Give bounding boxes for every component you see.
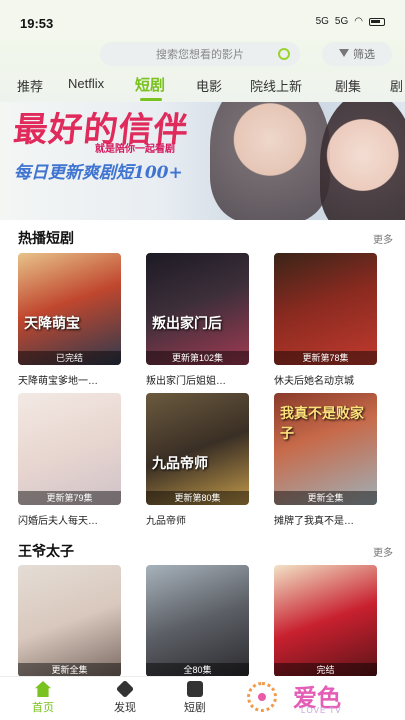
status-icons: 5G 5G ◠: [316, 16, 385, 27]
promo-banner[interactable]: 最好的信伴 就是陪你一起看剧 每日更新爽剧短100+: [0, 102, 405, 220]
more-link[interactable]: 更多: [373, 544, 393, 559]
nav-home[interactable]: 首页: [18, 681, 68, 715]
poster-text: 我真不是败家子: [280, 406, 364, 442]
drama-poster: 叛出家门后 更新第102集: [146, 253, 249, 365]
drama-card[interactable]: 更新第79集 闪婚后夫人每天…: [18, 393, 121, 527]
category-tabs: 推荐 Netflix 短剧 电影 院线上新 剧集 剧: [0, 76, 405, 102]
status-badge: 更新全集: [18, 663, 121, 677]
status-badge: 更新第79集: [18, 491, 121, 505]
drama-card[interactable]: 完结: [274, 565, 377, 677]
nav-discover-label: 发现: [114, 702, 136, 714]
nav-short-drama-label: 短剧: [184, 702, 206, 714]
drama-card[interactable]: 全80集: [146, 565, 249, 677]
watermark-logo: 爱色 LOVE TV: [205, 676, 405, 720]
drama-card[interactable]: 更新第78集 休夫后她名动京城: [274, 253, 377, 387]
status-badge: 更新第80集: [146, 491, 249, 505]
status-time: 19:53: [20, 16, 54, 31]
banner-subtitle: 就是陪你一起看剧: [95, 144, 175, 155]
drama-title: 休夫后她名动京城: [274, 376, 354, 387]
drama-title: 摊牌了我真不是…: [274, 516, 354, 527]
tab-short-drama[interactable]: 短剧: [135, 74, 165, 95]
tab-movies[interactable]: 电影: [196, 76, 222, 95]
tab-series[interactable]: 剧集: [335, 76, 361, 95]
drama-card[interactable]: 我真不是败家子 更新全集 摊牌了我真不是…: [274, 393, 377, 527]
status-badge: 已完结: [18, 351, 121, 365]
status-badge: 全80集: [146, 663, 249, 677]
more-link[interactable]: 更多: [373, 231, 393, 246]
tab-recommend[interactable]: 推荐: [17, 76, 43, 95]
nav-discover[interactable]: 发现: [100, 679, 150, 715]
section-title: 王爷太子: [18, 543, 74, 559]
battery-icon: [369, 17, 385, 26]
drama-poster: 我真不是败家子 更新全集: [274, 393, 377, 505]
drama-poster: 更新第79集: [18, 393, 121, 505]
search-row: 搜索您想看的影片 筛选: [0, 40, 405, 70]
signal-icon: 5G: [315, 16, 329, 27]
poster-text: 叛出家门后: [152, 316, 222, 332]
search-placeholder: 搜索您想看的影片: [156, 49, 244, 61]
drama-title: 叛出家门后姐姐…: [146, 376, 226, 387]
banner-actress-image: [320, 102, 405, 220]
status-badge: 更新第78集: [274, 351, 377, 365]
banner-actor-image: [210, 102, 330, 220]
status-bar: 19:53 5G 5G ◠: [0, 0, 405, 40]
poster-text: 天降萌宝: [24, 316, 80, 332]
home-icon: [35, 681, 51, 697]
drama-card[interactable]: 九品帝师 更新第80集 九品帝师: [146, 393, 249, 527]
drama-card[interactable]: 叛出家门后 更新第102集 叛出家门后姐姐…: [146, 253, 249, 387]
section-header: 热播短剧 更多: [18, 228, 393, 246]
drama-poster: 更新全集: [18, 565, 121, 677]
active-tab-indicator: [140, 98, 162, 101]
flower-logo-icon: [247, 682, 277, 712]
drama-title: 九品帝师: [146, 516, 186, 527]
filter-label: 筛选: [353, 49, 375, 61]
drama-poster: 天降萌宝 已完结: [18, 253, 121, 365]
section-title: 热播短剧: [18, 230, 74, 246]
short-drama-icon: [187, 681, 203, 697]
filter-icon: [339, 49, 349, 59]
status-badge: 更新全集: [274, 491, 377, 505]
banner-slogan: 每日更新爽剧短100+: [14, 163, 183, 183]
poster-text: 九品帝师: [152, 456, 208, 472]
wifi-icon: ◠: [354, 16, 363, 27]
filter-button[interactable]: 筛选: [322, 42, 392, 66]
drama-poster: 九品帝师 更新第80集: [146, 393, 249, 505]
watermark-subtext: LOVE TV: [301, 706, 342, 715]
drama-title: 闪婚后夫人每天…: [18, 516, 98, 527]
drama-card[interactable]: 天降萌宝 已完结 天降萌宝爹地一…: [18, 253, 121, 387]
drama-poster: 完结: [274, 565, 377, 677]
section-header: 王爷太子 更多: [18, 541, 393, 559]
drama-title: 天降萌宝爹地一…: [18, 376, 98, 387]
drama-poster: 全80集: [146, 565, 249, 677]
tab-more-cut[interactable]: 剧: [390, 76, 403, 95]
drama-card[interactable]: 更新全集: [18, 565, 121, 677]
discover-icon: [115, 679, 135, 699]
nav-home-label: 首页: [32, 702, 54, 714]
status-badge: 完结: [274, 663, 377, 677]
search-input[interactable]: 搜索您想看的影片: [100, 42, 300, 66]
signal-icon-2: 5G: [334, 16, 349, 27]
tab-new-in-theaters[interactable]: 院线上新: [250, 76, 302, 95]
tab-netflix[interactable]: Netflix: [68, 76, 104, 91]
status-badge: 更新第102集: [146, 351, 249, 365]
search-icon: [278, 48, 290, 60]
drama-poster: 更新第78集: [274, 253, 377, 365]
